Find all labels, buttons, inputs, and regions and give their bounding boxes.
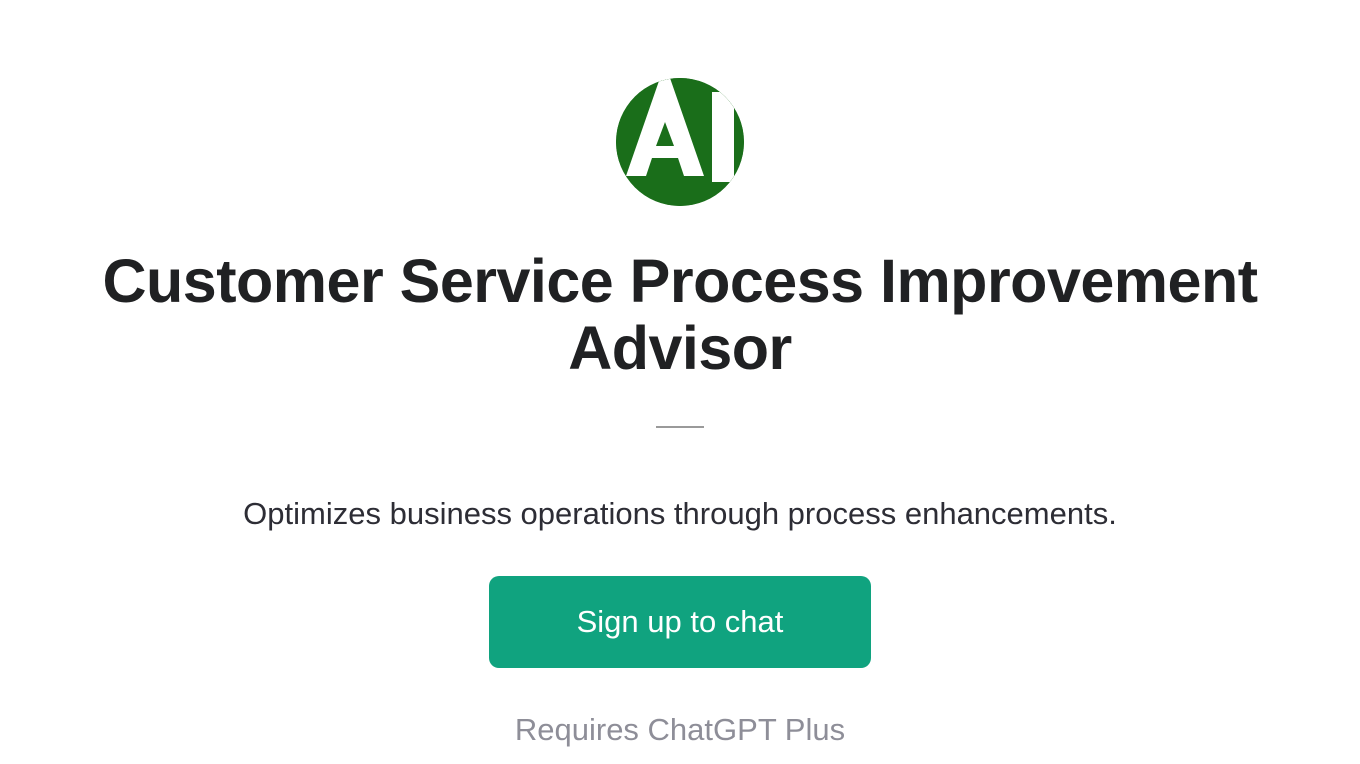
footnote: Requires ChatGPT Plus [515,712,845,748]
page-title: Customer Service Process Improvement Adv… [0,248,1360,382]
ai-logo-icon [616,78,744,206]
divider [656,426,704,428]
signup-button[interactable]: Sign up to chat [489,576,872,668]
page-subtitle: Optimizes business operations through pr… [243,494,1117,534]
landing-container: Customer Service Process Improvement Adv… [0,0,1360,748]
